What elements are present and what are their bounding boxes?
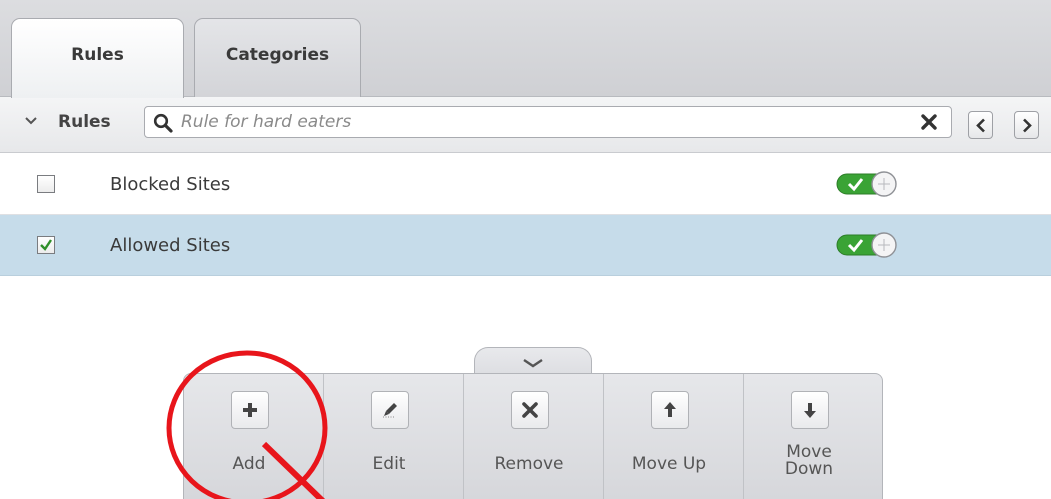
plus-icon	[243, 403, 257, 417]
edit-button[interactable]: Edit	[324, 374, 464, 499]
add-label: Add	[232, 454, 266, 474]
rule-checkbox[interactable]	[37, 236, 55, 254]
search-box[interactable]	[144, 106, 952, 138]
next-button[interactable]	[1014, 111, 1039, 139]
chevron-down-icon	[523, 359, 543, 368]
move-up-button[interactable]: Move Up	[604, 374, 744, 499]
remove-button[interactable]: Remove	[464, 374, 604, 499]
rule-name: Blocked Sites	[110, 174, 231, 195]
toggle-switch[interactable]	[836, 232, 906, 258]
section-label: Rules	[58, 112, 111, 132]
chevron-left-icon	[976, 118, 985, 133]
add-button[interactable]: Add	[184, 374, 324, 499]
rule-row-blocked-sites[interactable]: Blocked Sites	[0, 154, 1051, 215]
move-up-label: Move Up	[631, 454, 707, 474]
previous-button[interactable]	[968, 111, 993, 139]
tab-categories[interactable]: Categories	[194, 18, 361, 97]
remove-label: Remove	[494, 454, 564, 474]
arrow-up-icon	[664, 402, 676, 417]
rule-name: Allowed Sites	[110, 235, 231, 256]
x-icon	[522, 402, 538, 418]
search-row: Rules	[0, 97, 1051, 153]
move-down-label: Move Down	[784, 442, 834, 479]
rule-checkbox[interactable]	[37, 175, 55, 193]
tab-bar: Rules Categories	[0, 0, 1051, 98]
chevron-right-icon	[1023, 118, 1032, 133]
action-toolbar: Add Edit Remove Move Up Move Down	[183, 373, 883, 499]
arrow-down-icon	[804, 403, 816, 418]
chevron-down-icon[interactable]	[24, 114, 38, 128]
clear-search-icon[interactable]	[920, 113, 938, 131]
move-down-button[interactable]: Move Down	[744, 374, 884, 499]
rule-row-allowed-sites[interactable]: Allowed Sites	[0, 215, 1051, 276]
tab-rules[interactable]: Rules	[11, 18, 184, 98]
edit-label: Edit	[372, 454, 406, 474]
checkmark-icon	[40, 239, 52, 251]
toggle-switch[interactable]	[836, 171, 906, 197]
pencil-icon	[383, 403, 397, 418]
search-icon	[153, 113, 173, 133]
search-input[interactable]	[181, 110, 901, 134]
